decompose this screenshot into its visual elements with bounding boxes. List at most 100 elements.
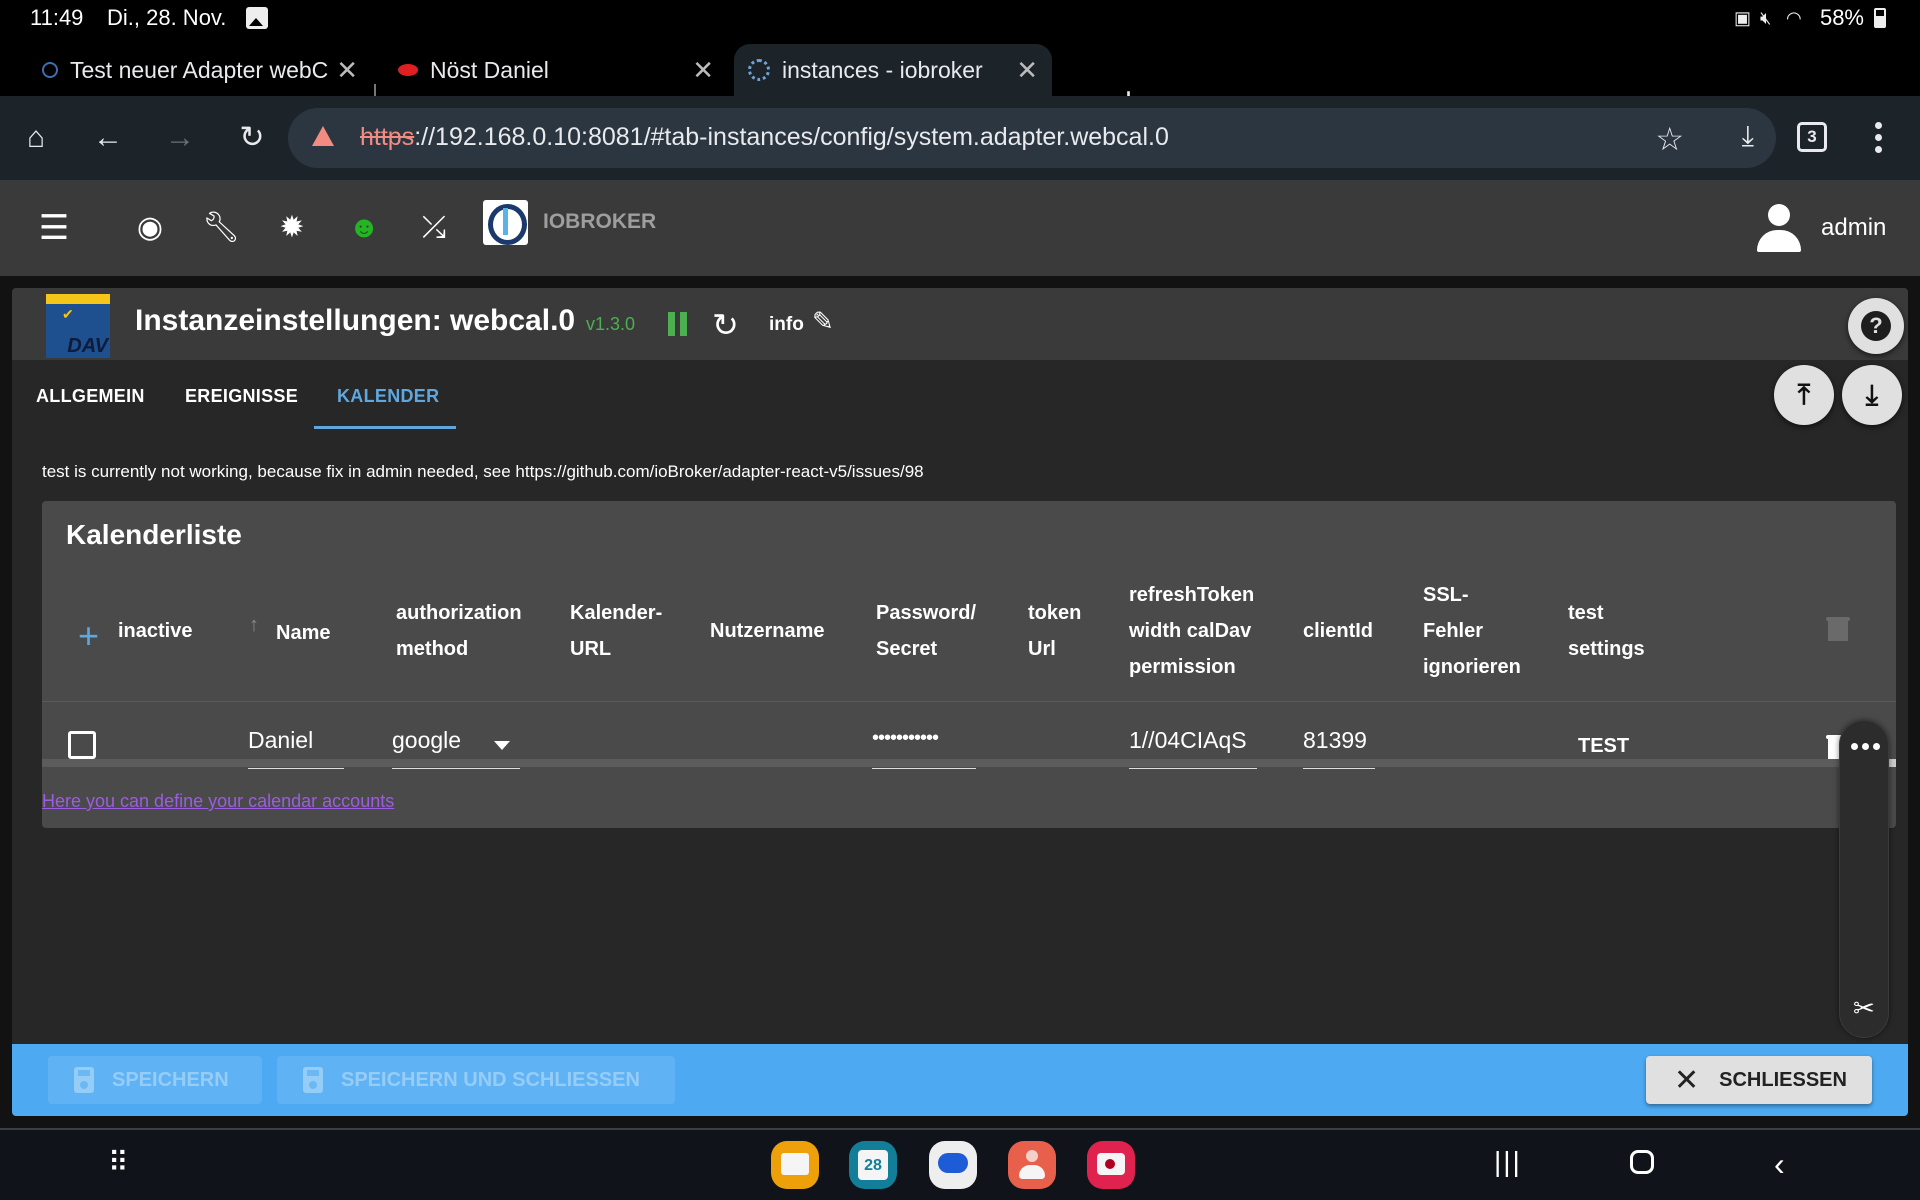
wrench-icon[interactable]: 🔧︎ (202, 210, 240, 246)
recent-apps-icon[interactable]: ||| (1494, 1146, 1522, 1178)
my-files-icon[interactable] (771, 1141, 819, 1189)
messages-icon[interactable] (929, 1141, 977, 1189)
home-icon[interactable]: ⌂ (16, 118, 56, 158)
close-tab-icon[interactable]: ✕ (692, 55, 714, 86)
header-text: authorization (396, 602, 522, 624)
column-header: Kalender- URL (570, 595, 662, 667)
horizontal-scrollbar[interactable] (42, 759, 1896, 767)
column-header[interactable]: Name (276, 615, 330, 651)
battery-saver-icon: ▣ (1733, 8, 1751, 28)
calendar-list-panel: Kalenderliste + inactive ↑ Name authoriz… (42, 501, 1896, 828)
help-link[interactable]: Here you can define your calendar accoun… (42, 791, 394, 812)
upload-config-button[interactable]: ⤒ (1774, 365, 1834, 425)
column-header: authorization method (396, 595, 522, 667)
browser-tab[interactable]: Nöst Daniel ✕ (384, 44, 728, 96)
pause-instance-icon[interactable] (667, 312, 689, 336)
tab-allgemein[interactable]: ALLGEMEIN (36, 386, 145, 407)
inactive-checkbox[interactable] (68, 731, 96, 759)
more-dots-icon[interactable] (1851, 743, 1880, 750)
sync-disabled-icon[interactable]: ⤰ (416, 210, 452, 246)
close-tab-icon[interactable]: ✕ (336, 55, 358, 86)
calendar-day: 28 (858, 1150, 888, 1180)
tab-ereignisse[interactable]: EREIGNISSE (185, 386, 298, 407)
address-bar[interactable]: https://192.168.0.10:8081/#tab-instances… (288, 108, 1776, 168)
close-tab-icon[interactable]: ✕ (1016, 55, 1038, 86)
header-text: refreshToken (1129, 584, 1255, 606)
header-text: Nutzername (710, 620, 825, 642)
header-text: inactive (118, 620, 193, 642)
edit-icon[interactable]: ✎ (812, 306, 834, 337)
logo-text: DAV (67, 335, 108, 357)
bookmark-star-icon[interactable]: ☆ (1655, 120, 1684, 158)
eye-icon[interactable]: ◉ (132, 210, 168, 246)
close-label: SCHLIESSEN (1719, 1068, 1847, 1091)
help-icon: ? (1861, 311, 1891, 341)
expert-mode-icon[interactable]: ☻ (346, 210, 382, 246)
app-drawer-icon[interactable]: ⠿ (108, 1146, 128, 1179)
browser-tab-strip: Test neuer Adapter webC ✕ Nöst Daniel ✕ … (0, 36, 1920, 120)
red-f-icon (398, 64, 418, 76)
column-header: Password/Secret (876, 595, 976, 667)
tab-count-button[interactable]: 3 (1797, 122, 1827, 152)
url-text[interactable]: https://192.168.0.10:8081/#tab-instances… (360, 123, 1169, 152)
close-button[interactable]: ✕ SCHLIESSEN (1646, 1056, 1872, 1104)
browser-tab[interactable]: Test neuer Adapter webC ✕ (28, 44, 372, 96)
reload-icon[interactable]: ↻ (232, 118, 272, 158)
page-content: ✔ DAV Instanzeinstellungen: webcal.0 v1.… (0, 276, 1920, 1128)
header-text: width calDav (1129, 620, 1252, 642)
home-button-icon[interactable] (1630, 1150, 1654, 1174)
url-path: ://192.168.0.10:8081/#tab-instances/conf… (414, 123, 1169, 151)
help-button[interactable]: ? (1848, 298, 1904, 354)
theme-icon[interactable]: ✹ (274, 210, 310, 246)
contacts-icon[interactable] (1008, 1141, 1056, 1189)
back-button-icon[interactable]: ‹ (1774, 1146, 1785, 1183)
tab-title: Nöst Daniel (430, 56, 549, 83)
forward-icon[interactable]: → (160, 118, 200, 158)
back-icon[interactable]: ← (88, 118, 128, 158)
url-scheme: https (360, 123, 415, 151)
info-link[interactable]: info (769, 314, 804, 336)
instance-settings-card: ✔ DAV Instanzeinstellungen: webcal.0 v1.… (12, 288, 1908, 1084)
header-text: Password/ (876, 602, 977, 624)
iobroker-gear-icon (748, 59, 770, 81)
header-text: Url (1028, 638, 1056, 660)
column-header: refreshToken width calDav permission (1129, 577, 1254, 685)
page-title: Instanzeinstellungen: webcal.0 (135, 304, 576, 337)
edge-panel-handle[interactable]: ✂ (1839, 720, 1889, 1038)
browser-tab-active[interactable]: instances - iobroker ✕ (734, 44, 1052, 96)
restart-instance-icon[interactable]: ↻ (712, 306, 739, 344)
panel-title: Kalenderliste (66, 519, 242, 550)
user-name: admin (1821, 214, 1887, 241)
save-label: SPEICHERN (112, 1068, 229, 1091)
header-text: method (396, 638, 469, 660)
camera-icon[interactable] (1087, 1141, 1135, 1189)
battery-icon (1874, 8, 1886, 28)
test-button[interactable]: TEST (1578, 735, 1629, 758)
insecure-warning-icon[interactable] (312, 126, 334, 146)
tab-kalender[interactable]: KALENDER (337, 386, 439, 407)
browser-menu-icon[interactable] (1873, 122, 1883, 154)
scissors-off-icon[interactable]: ✂ (1853, 993, 1875, 1024)
download-config-button[interactable]: ⤓ (1842, 365, 1902, 425)
mute-icon: 🔇︎ (1759, 8, 1772, 28)
column-header: Nutzername (710, 613, 824, 649)
save-and-close-button[interactable]: SPEICHERN UND SCHLIESSEN (277, 1056, 675, 1104)
date: Di., 28. Nov. (107, 5, 227, 30)
delete-all-icon[interactable] (1826, 617, 1850, 641)
header-text: Name (276, 622, 331, 644)
header-text: permission (1129, 656, 1236, 678)
menu-icon[interactable]: ☰ (36, 210, 72, 246)
gallery-icon (246, 7, 268, 29)
app-header: ☰ ◉ 🔧︎ ✹ ☻ ⤰ IOBROKER admin (0, 180, 1920, 276)
download-icon[interactable]: ⤓ (1742, 120, 1754, 153)
header-text: Secret (876, 638, 938, 660)
sort-arrow-icon[interactable]: ↑ (249, 614, 259, 637)
android-navigation-bar: ⠿ 28 ||| ‹ (0, 1128, 1920, 1200)
header-text: Fehler (1423, 620, 1484, 642)
save-button[interactable]: SPEICHERN (48, 1056, 262, 1104)
add-row-icon[interactable]: + (78, 618, 99, 654)
save-close-label: SPEICHERN UND SCHLIESSEN (341, 1068, 640, 1091)
calendar-icon[interactable]: 28 (849, 1141, 897, 1189)
user-menu[interactable]: admin (1755, 204, 1886, 252)
header-text: SSL- (1423, 584, 1469, 606)
